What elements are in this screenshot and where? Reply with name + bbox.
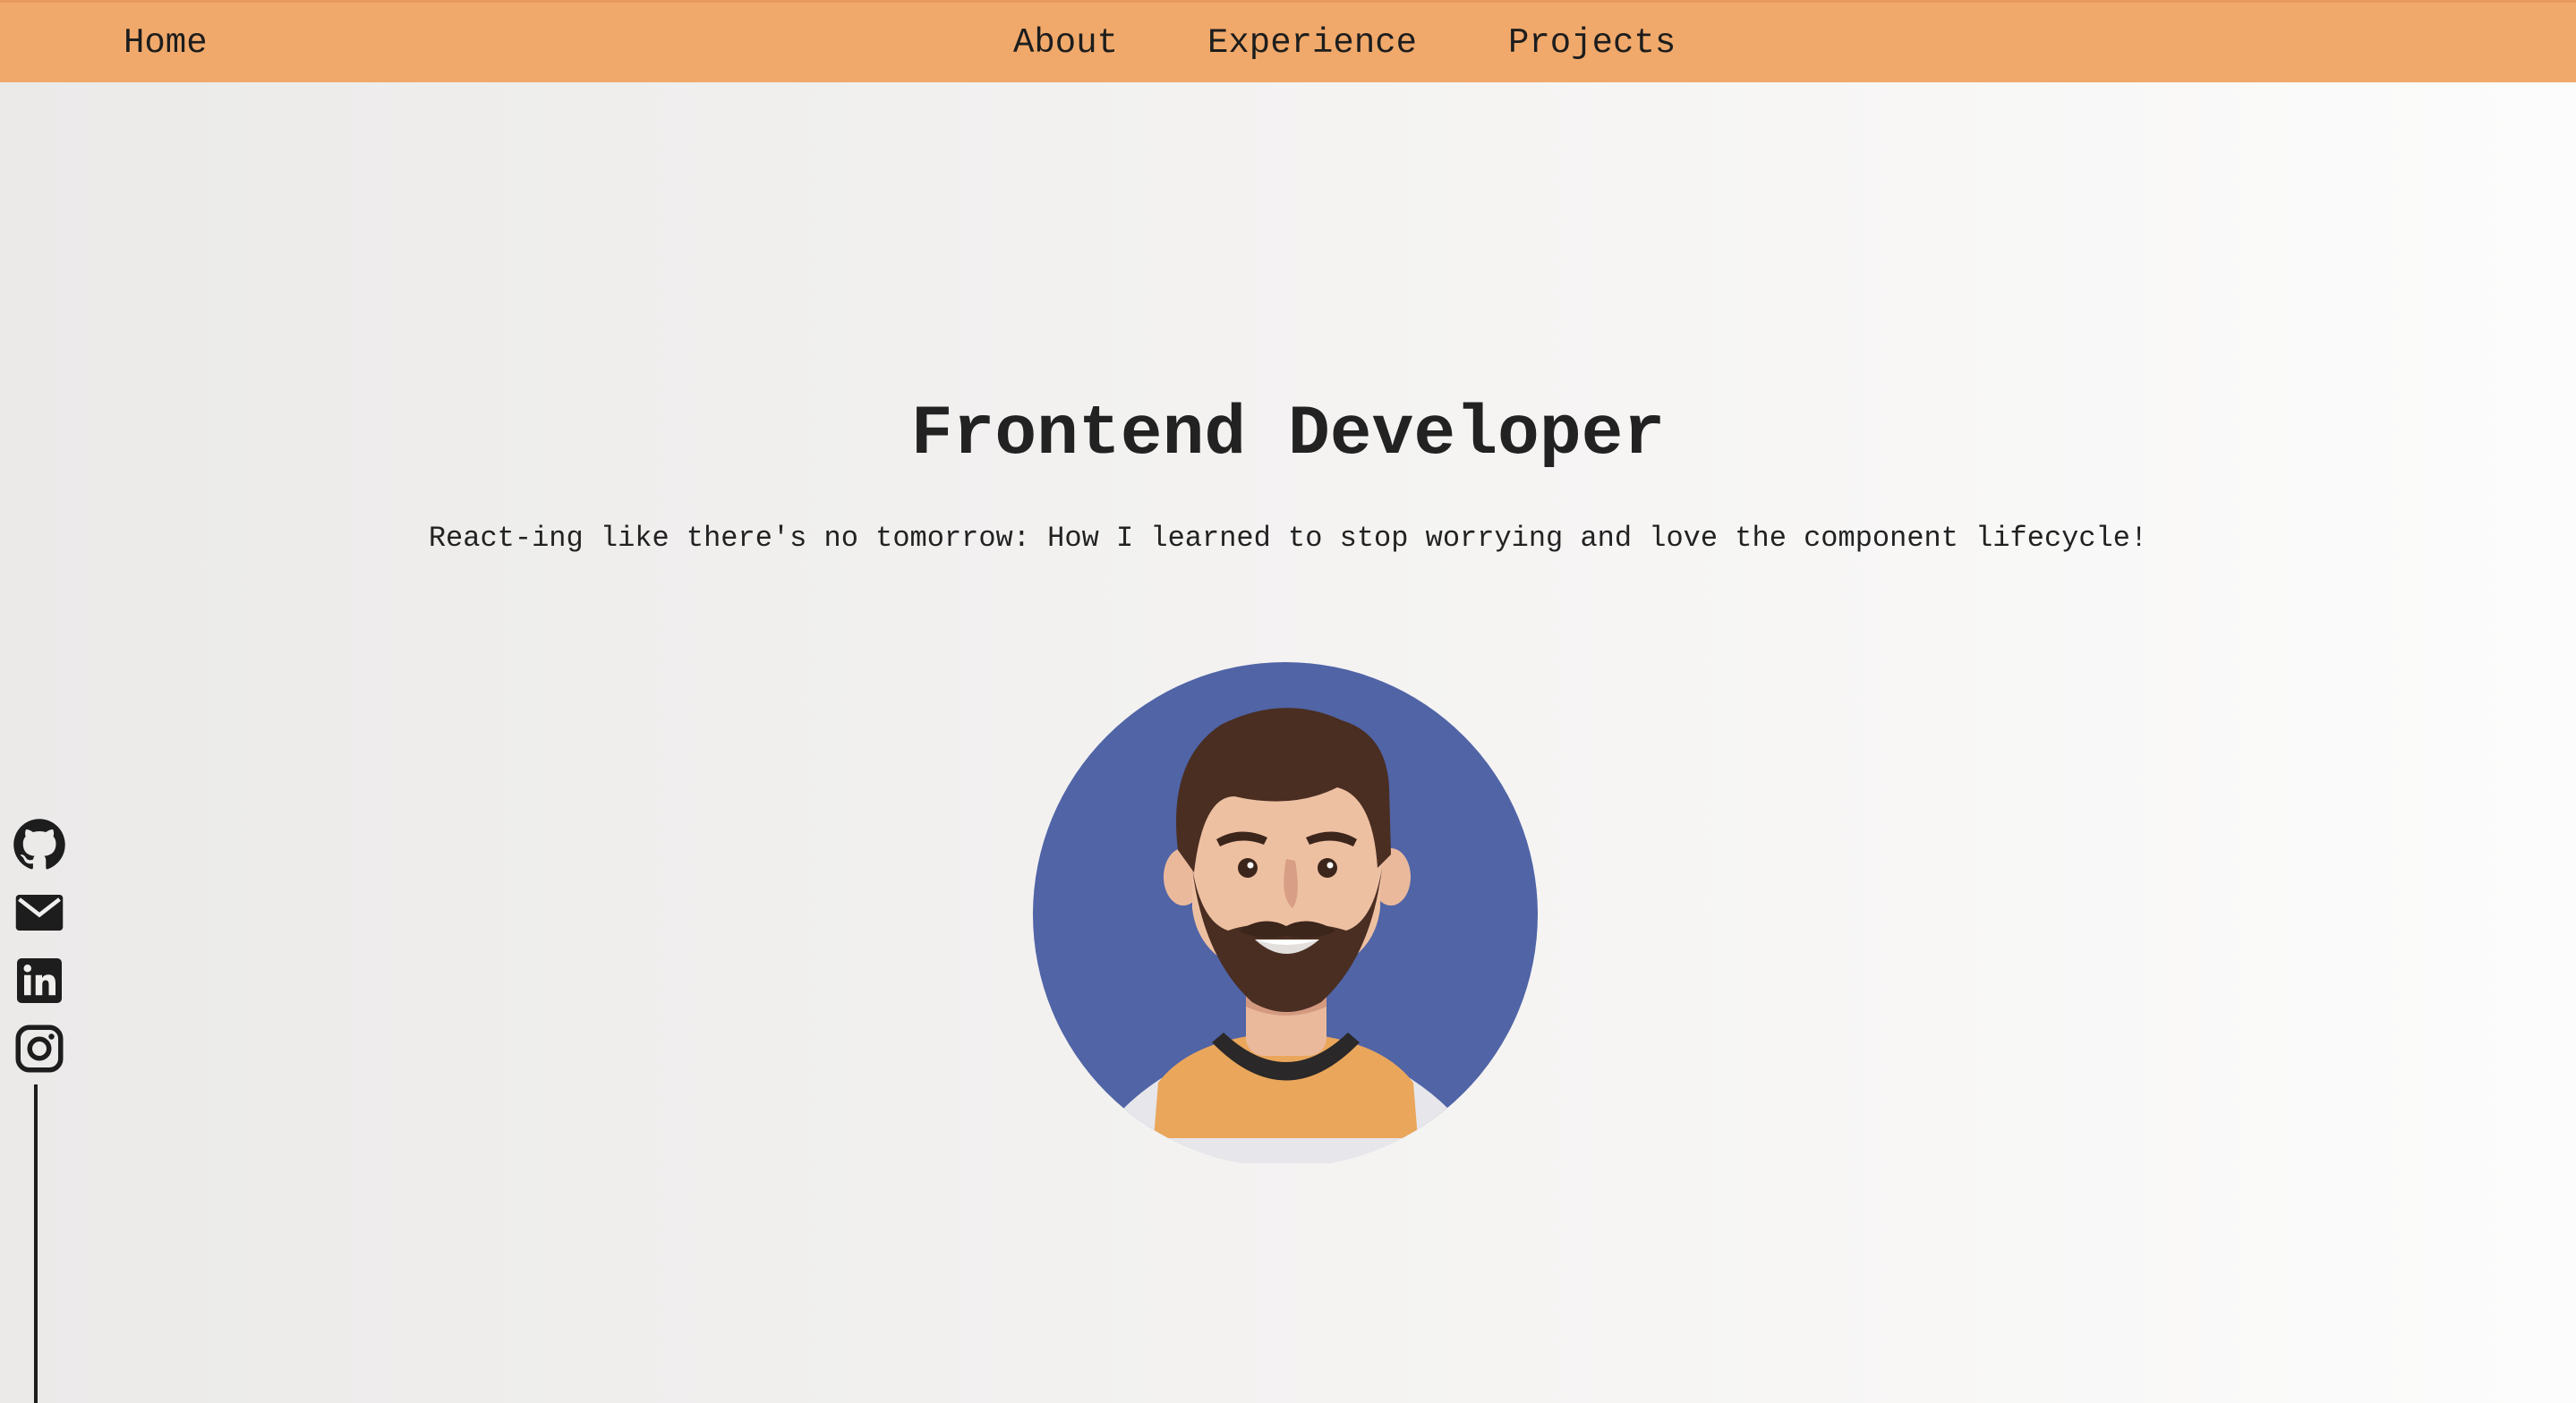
github-icon[interactable]: [13, 818, 66, 872]
nav-experience-link[interactable]: Experience: [1207, 22, 1417, 64]
instagram-icon[interactable]: [13, 1022, 66, 1076]
mail-icon[interactable]: [13, 886, 66, 940]
top-navbar: Home About Experience Projects: [0, 0, 2576, 82]
nav-about-link[interactable]: About: [1013, 22, 1118, 64]
nav-home-link[interactable]: Home: [124, 22, 208, 64]
hero-subtitle: React-ing like there's no tomorrow: How …: [428, 522, 2148, 555]
nav-projects-link[interactable]: Projects: [1508, 22, 1676, 64]
hero-title: Frontend Developer: [910, 395, 1666, 474]
linkedin-icon[interactable]: [13, 954, 66, 1008]
social-divider-line: [34, 1084, 38, 1403]
avatar: [1033, 662, 1539, 1167]
